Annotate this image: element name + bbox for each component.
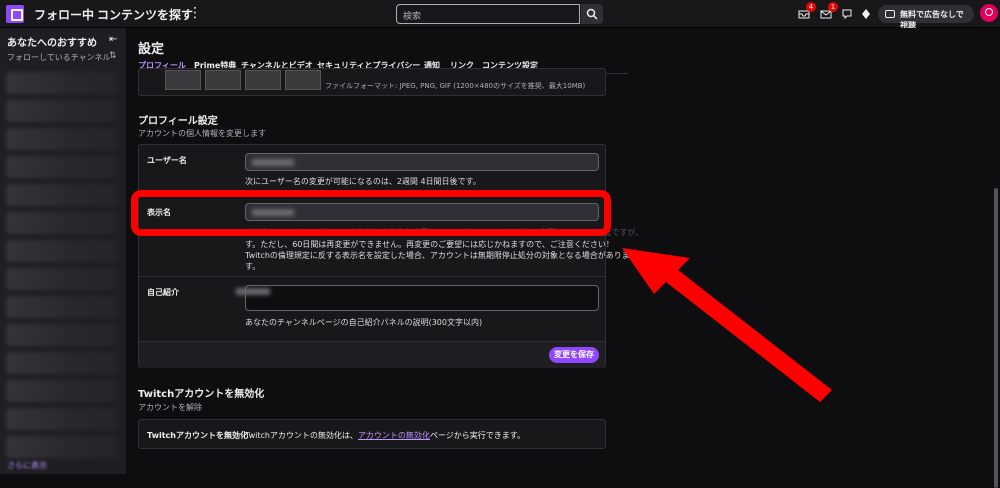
disable-section-subtitle: アカウントを解除 xyxy=(138,403,202,412)
bio-label: 自己紹介 xyxy=(147,288,179,297)
disable-account-label: Twitchアカウントを無効化 xyxy=(147,431,248,440)
channel-row[interactable] xyxy=(6,324,118,346)
inbox-badge: 4 xyxy=(806,2,816,12)
disable-account-link[interactable]: アカウントの無効化 xyxy=(358,431,430,440)
avatar[interactable] xyxy=(980,4,998,22)
channel-row[interactable] xyxy=(6,380,118,402)
crown-icon[interactable] xyxy=(860,8,872,20)
nav-browse[interactable]: コンテンツを探す xyxy=(97,6,193,23)
banner-thumbnail xyxy=(205,70,241,90)
banner-thumbnail xyxy=(245,70,281,90)
channel-row[interactable] xyxy=(6,72,118,94)
disable-text-before: Twitchアカウントの無効化は、 xyxy=(245,431,358,440)
chat-icon[interactable] xyxy=(841,8,853,20)
page-scrollbar[interactable] xyxy=(992,28,1000,488)
username-hint: 次にユーザー名の変更が可能になるのは、2週間 4日間日後です。 xyxy=(245,177,481,186)
sidebar: あなたへのおすすめ ⇤ フォローしているチャンネル ⇅ さらに表示 xyxy=(0,28,126,474)
username-label: ユーザー名 xyxy=(147,156,187,165)
channel-row[interactable] xyxy=(6,212,118,234)
profile-section-title: プロフィール設定 xyxy=(138,116,218,127)
ad-free-label: 無料で広告なしで視聴 xyxy=(900,10,964,30)
sidebar-title: あなたへのおすすめ xyxy=(7,38,97,49)
channel-row[interactable] xyxy=(6,352,118,374)
channel-row[interactable] xyxy=(6,408,118,430)
page-title: 設定 xyxy=(138,42,165,57)
sort-icon[interactable]: ⇅ xyxy=(109,51,117,61)
settings-main: 設定 プロフィール Prime特典 チャンネルとビデオ セキュリティとプライバシ… xyxy=(126,28,992,474)
banner-thumbnail xyxy=(285,70,321,90)
sidebar-subtitle: フォローしているチャンネル xyxy=(7,53,111,62)
more-menu-icon[interactable]: ⋮ xyxy=(188,5,202,21)
bio-field[interactable] xyxy=(236,285,599,311)
username-field[interactable] xyxy=(245,153,599,171)
scroll-thumb[interactable] xyxy=(994,188,998,488)
display-name-hint-3: Twitchの倫理規定に反する表示名を設定した場合、アカウントは無期限停止処分の… xyxy=(245,251,630,260)
save-changes-button[interactable]: 変更を保存 xyxy=(549,347,599,363)
display-name-hint-2: す。ただし、60日間は再変更ができません。再変更のご要望には応じかねますので、ご… xyxy=(245,240,614,249)
inbox-icon[interactable]: 4 xyxy=(798,2,816,20)
whispers-icon[interactable]: 1 xyxy=(820,2,838,20)
divider xyxy=(139,276,605,277)
search-icon xyxy=(586,8,598,20)
bio-hint: あなたのチャンネルページの自己紹介パネルの説明(300文字以内) xyxy=(245,318,483,327)
twitch-logo-icon[interactable] xyxy=(6,5,24,23)
show-more-link[interactable]: さらに表示 xyxy=(7,460,47,471)
search-input[interactable]: 検索 xyxy=(396,4,580,24)
channel-row[interactable] xyxy=(6,296,118,318)
channel-row[interactable] xyxy=(6,240,118,262)
ad-icon xyxy=(885,10,895,18)
top-nav-bar: フォロー中 コンテンツを探す ⋮ 検索 4 1 無料で広告なしで視聴 xyxy=(0,0,1000,30)
banner-card: ファイルフォーマット: JPEG, PNG, GIF (1200×480のサイズ… xyxy=(138,68,606,96)
channel-row[interactable] xyxy=(6,436,118,458)
disable-section-title: Twitchアカウントを無効化 xyxy=(138,389,265,400)
channel-row[interactable] xyxy=(6,268,118,290)
disable-text-after: ページから実行できます。 xyxy=(429,431,525,440)
channel-row[interactable] xyxy=(6,156,118,178)
disable-account-card: Twitchアカウントを無効化 Twitchアカウントの無効化は、アカウントの無… xyxy=(138,419,606,449)
profile-section-subtitle: アカウントの個人情報を変更します xyxy=(138,129,266,138)
nav-following[interactable]: フォロー中 xyxy=(34,6,94,23)
whispers-badge: 1 xyxy=(828,2,838,12)
banner-thumbnail xyxy=(165,70,201,90)
collapse-icon[interactable]: ⇤ xyxy=(109,34,117,45)
profile-card-footer: 変更を保存 xyxy=(139,341,605,368)
ad-free-button[interactable]: 無料で広告なしで視聴 xyxy=(878,5,974,30)
image-hint: ファイルフォーマット: JPEG, PNG, GIF (1200×480のサイズ… xyxy=(325,82,586,90)
profile-card: ユーザー名 次にユーザー名の変更が可能になるのは、2週間 4日間日後です。 表示… xyxy=(138,144,643,368)
channel-row[interactable] xyxy=(6,128,118,150)
display-name-hint-4: す。 xyxy=(245,262,261,271)
channel-row[interactable] xyxy=(6,100,118,122)
channel-row[interactable] xyxy=(6,184,118,206)
disable-account-text: Twitchアカウントの無効化は、アカウントの無効化ページから実行できます。 xyxy=(245,430,525,441)
highlight-box xyxy=(131,190,611,236)
search-button[interactable] xyxy=(581,4,603,24)
